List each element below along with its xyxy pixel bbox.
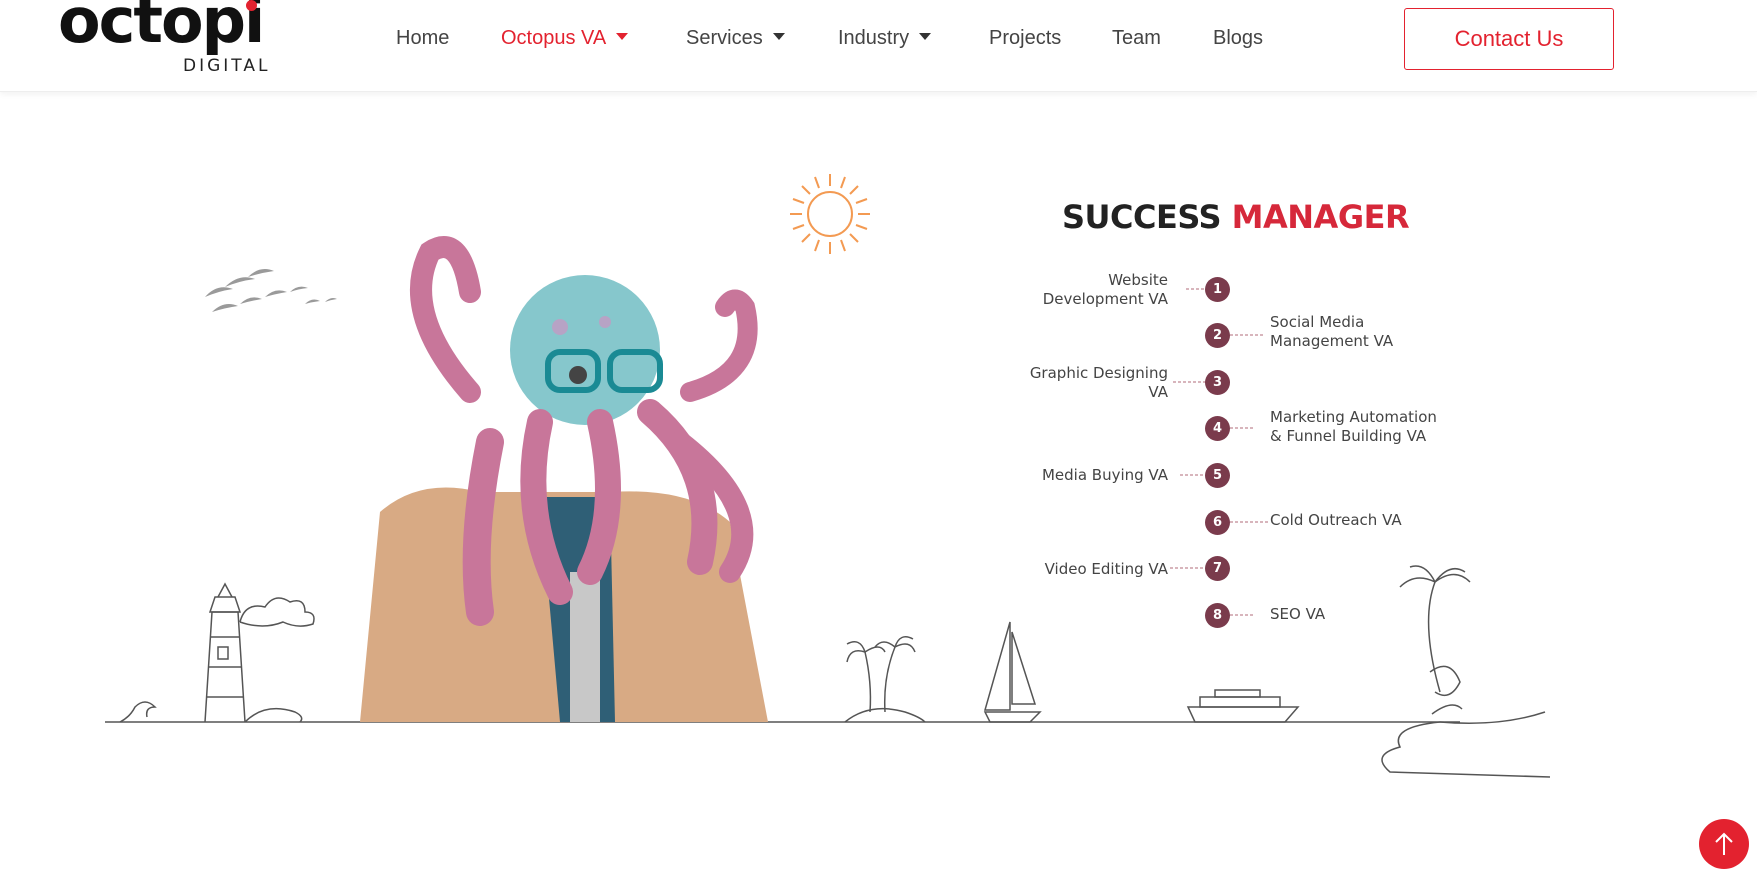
step-label: Website Development VA xyxy=(1042,271,1168,308)
lighthouse-icon xyxy=(119,582,315,723)
nav-label: Blogs xyxy=(1213,27,1264,49)
ship-icon xyxy=(1186,689,1300,723)
hero-illustration: SUCCESS MANAGER 1 2 3 4 5 6 7 8 Website … xyxy=(0,92,1757,874)
chevron-down-icon xyxy=(919,33,932,41)
infographic-title: SUCCESS MANAGER xyxy=(1062,198,1410,236)
step-number: 5 xyxy=(1205,463,1230,488)
step-number: 3 xyxy=(1205,370,1230,395)
step-label: Video Editing VA xyxy=(1044,560,1168,578)
nav-item-industry[interactable]: Industry xyxy=(838,27,932,50)
step-number: 4 xyxy=(1205,416,1230,441)
arrow-up-icon xyxy=(1715,832,1733,855)
octopus-mascot xyxy=(360,236,768,722)
contact-us-button[interactable]: Contact Us xyxy=(1404,8,1614,70)
nav-item-home[interactable]: Home xyxy=(396,27,449,50)
step-label: SEO VA xyxy=(1270,605,1326,623)
title-red: MANAGER xyxy=(1231,198,1410,236)
birds-icon xyxy=(205,269,337,312)
nav-label: Team xyxy=(1112,27,1161,49)
nav-label: Octopus VA xyxy=(501,27,607,49)
logo-wordmark: octopi xyxy=(58,0,265,57)
chevron-down-icon xyxy=(772,33,785,41)
sailboat-icon xyxy=(983,621,1042,723)
site-logo[interactable]: octopi DIGITAL xyxy=(58,0,268,80)
tropical-island-icon xyxy=(1381,565,1551,778)
nav-label: Services xyxy=(686,27,763,49)
step-label: Social Media Management VA xyxy=(1270,313,1394,350)
logo-dot xyxy=(246,0,257,11)
site-header: octopi DIGITAL Home Octopus VA Services … xyxy=(0,0,1757,92)
step-number: 6 xyxy=(1205,510,1230,535)
step-number: 2 xyxy=(1205,323,1230,348)
title-dark: SUCCESS xyxy=(1062,198,1222,236)
palm-island-icon xyxy=(844,636,926,723)
nav-label: Projects xyxy=(989,27,1062,49)
step-number: 7 xyxy=(1205,556,1230,581)
nav-item-blogs[interactable]: Blogs xyxy=(1213,27,1263,50)
nav-item-octopus-va[interactable]: Octopus VA xyxy=(501,27,629,50)
step-label: Media Buying VA xyxy=(1041,466,1168,484)
scroll-to-top-button[interactable] xyxy=(1699,819,1749,869)
nav-item-services[interactable]: Services xyxy=(686,27,785,50)
chevron-down-icon xyxy=(616,33,629,41)
step-number: 1 xyxy=(1205,277,1230,302)
step-label: Cold Outreach VA xyxy=(1270,511,1402,529)
sun-icon xyxy=(790,174,870,254)
nav-item-projects[interactable]: Projects xyxy=(989,27,1061,50)
logo-subtext: DIGITAL xyxy=(183,56,271,76)
nav-label: Industry xyxy=(838,27,910,49)
nav-label: Home xyxy=(396,27,450,49)
scene-drawing xyxy=(105,174,1551,778)
step-label: Graphic Designing VA xyxy=(1029,364,1168,401)
step-label: Marketing Automation & Funnel Building V… xyxy=(1270,408,1437,445)
nav-item-team[interactable]: Team xyxy=(1112,27,1161,50)
step-number: 8 xyxy=(1205,603,1230,628)
